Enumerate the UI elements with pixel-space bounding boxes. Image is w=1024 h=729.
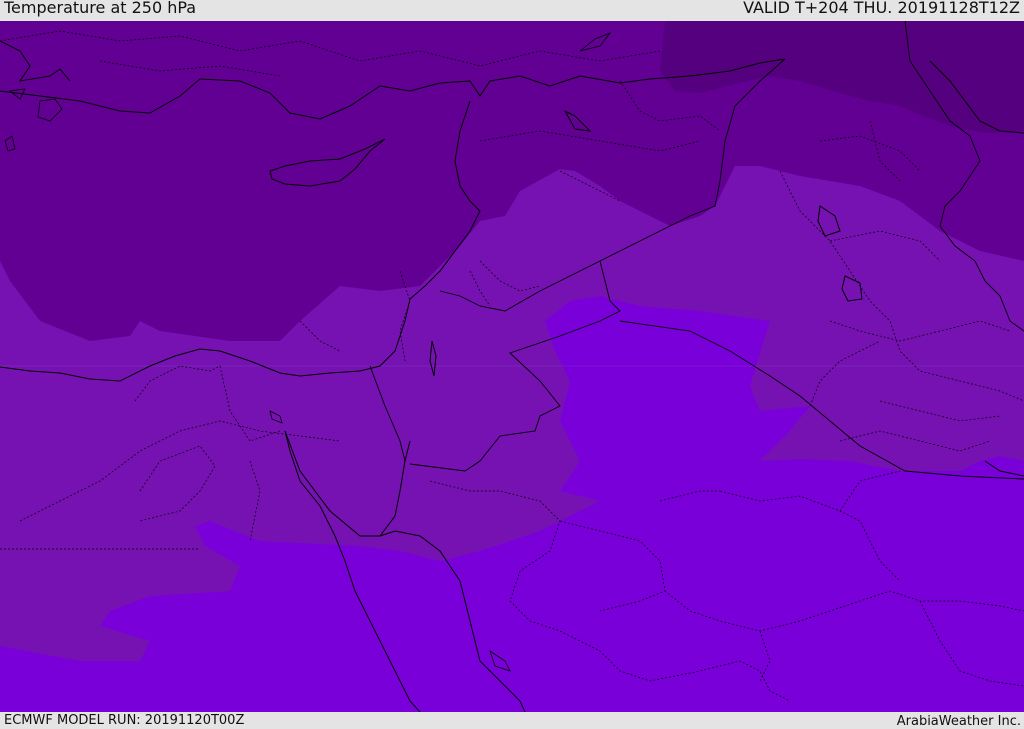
valid-time: VALID T+204 THU. 20191128T12Z [743,0,1020,17]
footer-bar: ECMWF MODEL RUN: 20191120T00Z ArabiaWeat… [0,712,1024,729]
map-frame: Temperature at 250 hPa VALID T+204 THU. … [0,0,1024,729]
temperature-map[interactable] [0,21,1024,712]
credit-label: ArabiaWeather Inc. [896,714,1021,729]
map-title: Temperature at 250 hPa [4,0,197,17]
model-run: ECMWF MODEL RUN: 20191120T00Z [4,713,245,728]
map-canvas [0,21,1024,712]
header-bar: Temperature at 250 hPa VALID T+204 THU. … [0,0,1024,21]
